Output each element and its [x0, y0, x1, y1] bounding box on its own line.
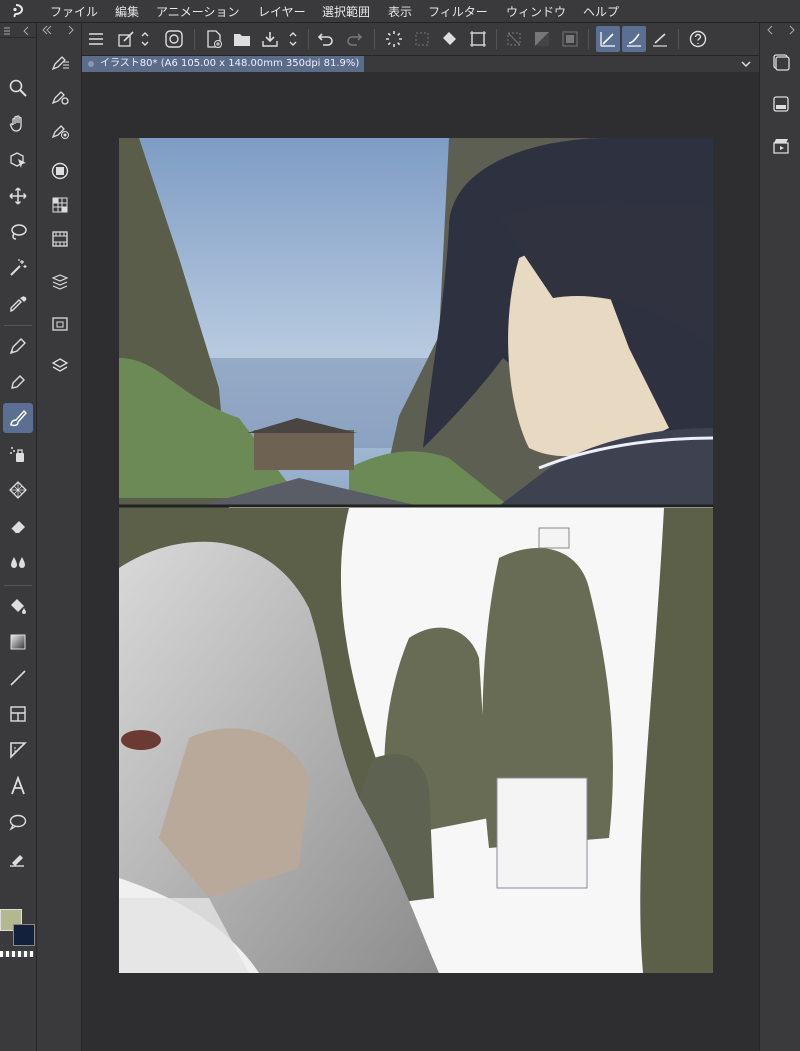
panel-layers-icon[interactable] [766, 47, 796, 77]
new-file-icon[interactable] [202, 26, 226, 52]
brush-icon[interactable] [3, 403, 33, 433]
panel-animation-icon[interactable] [766, 131, 796, 161]
help-icon[interactable] [686, 26, 710, 52]
pen-icon[interactable] [3, 331, 33, 361]
lasso-select-icon[interactable] [3, 217, 33, 247]
edit-icon[interactable] [114, 26, 138, 52]
material-icon[interactable] [45, 267, 75, 297]
redo-icon[interactable] [342, 26, 366, 52]
fill-icon[interactable] [3, 591, 33, 621]
zoom-icon[interactable] [3, 73, 33, 103]
illustration [119, 138, 713, 973]
snap-special-ruler-icon[interactable] [622, 26, 646, 52]
right-dock [759, 23, 800, 1051]
tool-property-icon[interactable] [45, 81, 75, 111]
chevron-down-icon[interactable] [739, 57, 753, 71]
menu-bar: ファイル 編集 アニメーション レイヤー 選択範囲 表示 フィルター ウィンドウ… [0, 0, 800, 23]
brush-size-icon[interactable] [45, 115, 75, 145]
transparent-color-swatch[interactable] [0, 951, 34, 957]
eraser-icon[interactable] [3, 511, 33, 541]
document-tab-bar: イラスト80* (A6 105.00 x 148.00mm 350dpi 81.… [82, 56, 759, 72]
open-folder-icon[interactable] [230, 26, 254, 52]
select-layer-icon[interactable] [558, 26, 582, 52]
color-set-icon[interactable] [45, 190, 75, 220]
timeline-icon[interactable] [45, 224, 75, 254]
menu-animation[interactable]: アニメーション [156, 3, 240, 20]
app-logo-icon[interactable] [8, 3, 24, 19]
fill-bucket-icon[interactable] [438, 26, 462, 52]
snap-grid-icon[interactable] [648, 26, 672, 52]
menu-file[interactable]: ファイル [50, 3, 98, 20]
crop-icon[interactable] [466, 26, 490, 52]
undo-icon[interactable] [314, 26, 338, 52]
color-swatches[interactable] [0, 909, 36, 959]
document-tab[interactable]: イラスト80* (A6 105.00 x 148.00mm 350dpi 81.… [82, 56, 364, 72]
panel-canvas-icon[interactable] [766, 89, 796, 119]
ruler-icon[interactable] [3, 735, 33, 765]
color-circle-icon[interactable] [45, 156, 75, 186]
gradient-icon[interactable] [3, 627, 33, 657]
menu-help[interactable]: ヘルプ [583, 3, 619, 20]
menu-layer[interactable]: レイヤー [258, 3, 306, 20]
menu-edit[interactable]: 編集 [115, 3, 139, 20]
command-bar [82, 23, 759, 56]
decoration-icon[interactable] [3, 475, 33, 505]
sub-color-swatch[interactable] [13, 924, 35, 946]
clear-selection-icon[interactable] [502, 26, 526, 52]
unsaved-dot-icon [88, 61, 94, 67]
correction-line-icon[interactable] [3, 843, 33, 873]
hamburger-menu-icon[interactable] [84, 26, 108, 52]
layer-icon[interactable] [45, 351, 75, 381]
eyedropper-icon[interactable] [3, 289, 33, 319]
blend-icon[interactable] [3, 547, 33, 577]
companion-icon[interactable] [162, 26, 186, 52]
menu-filter[interactable]: フィルター [428, 3, 488, 20]
snap-ruler-icon[interactable] [596, 26, 620, 52]
invert-selection-icon[interactable] [530, 26, 554, 52]
chevron-up-down-icon-2[interactable] [286, 26, 300, 52]
frame-icon[interactable] [3, 699, 33, 729]
tool-palette [0, 23, 37, 1051]
balloon-icon[interactable] [3, 807, 33, 837]
magic-wand-icon[interactable] [3, 253, 33, 283]
palette-header [0, 23, 36, 38]
document-title: イラスト80* (A6 105.00 x 148.00mm 350dpi 81.… [100, 58, 360, 69]
pencil-icon[interactable] [3, 367, 33, 397]
text-icon[interactable] [3, 771, 33, 801]
menu-selection[interactable]: 選択範囲 [322, 3, 370, 20]
sub-palette-bar [37, 23, 82, 1051]
transform-icon[interactable] [410, 26, 434, 52]
save-icon[interactable] [258, 26, 282, 52]
menu-view[interactable]: 表示 [388, 3, 412, 20]
line-icon[interactable] [3, 663, 33, 693]
object-icon[interactable] [3, 145, 33, 175]
hand-icon[interactable] [3, 109, 33, 139]
navigator-icon[interactable] [45, 309, 75, 339]
loading-spinner-icon[interactable] [382, 26, 406, 52]
airbrush-icon[interactable] [3, 439, 33, 469]
chevron-up-down-icon[interactable] [138, 26, 152, 52]
menu-window[interactable]: ウィンドウ [506, 3, 566, 20]
canvas-artwork[interactable] [119, 138, 713, 973]
move-icon[interactable] [3, 181, 33, 211]
sub-tool-icon[interactable] [45, 47, 75, 77]
